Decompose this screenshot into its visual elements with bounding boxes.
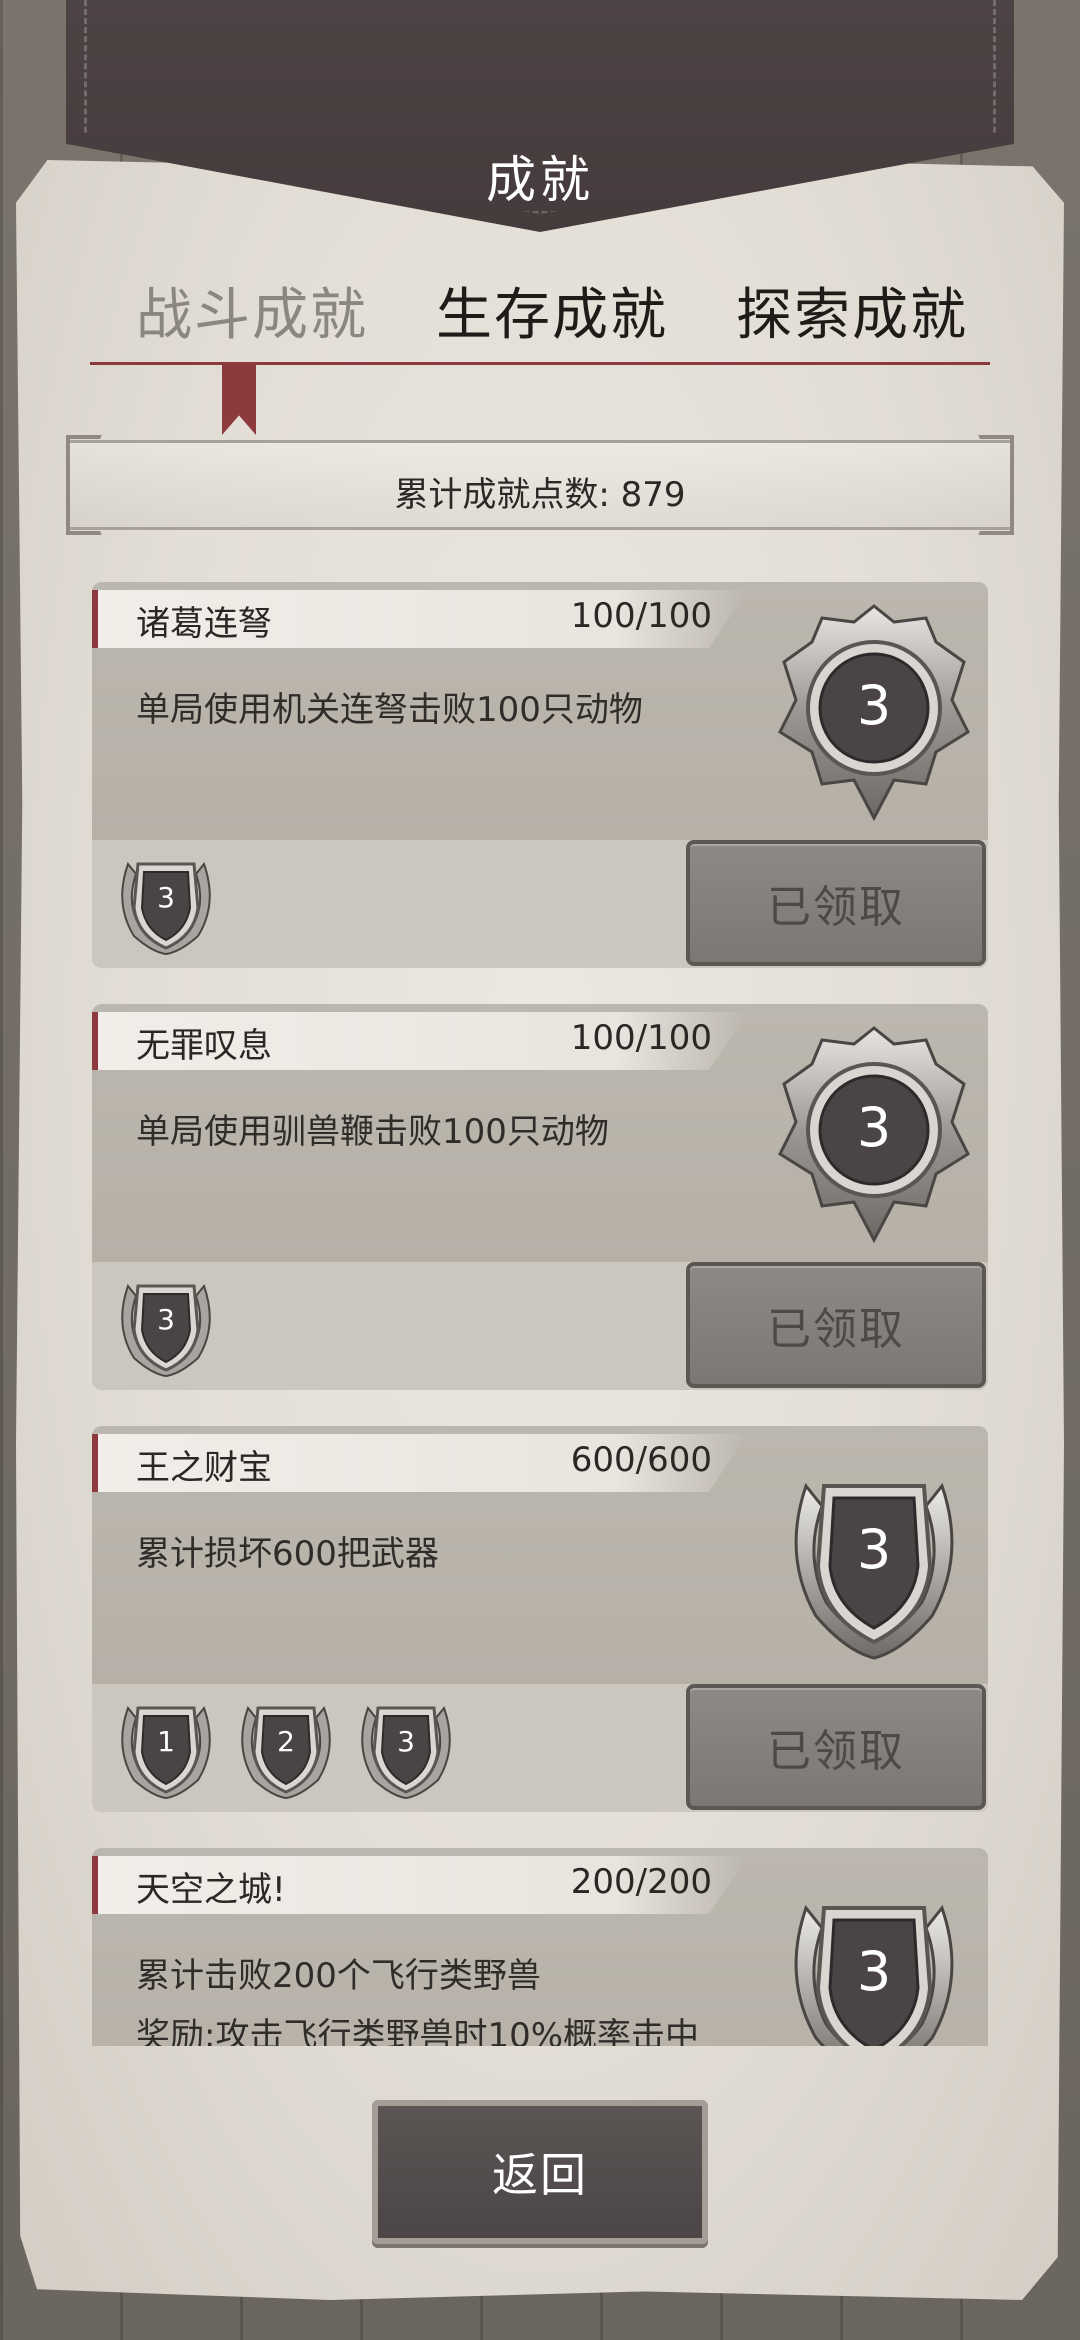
medal-icon: 3: [776, 1868, 972, 2046]
description-line: 单局使用驯兽鞭击败100只动物: [136, 1112, 609, 1152]
achievement-description: 累计损坏600把武器: [136, 1524, 736, 1584]
achievement-card: 诸葛连弩 100/100 单局使用机关连弩击败100只动物 3 3 已领取: [92, 582, 988, 968]
achievement-points: 累计成就点数: 879: [394, 475, 686, 515]
claimed-button[interactable]: 已领取: [686, 1684, 986, 1810]
medal-icon: 3: [776, 1446, 972, 1666]
tab-combat[interactable]: 战斗成就: [136, 270, 368, 351]
badge-level: 3: [397, 1724, 415, 1758]
description-line: 累计损坏600把武器: [136, 1534, 439, 1574]
badge-icon: 1: [114, 1688, 218, 1800]
achievement-description: 单局使用机关连弩击败100只动物: [136, 680, 736, 740]
tab-underline: [90, 362, 990, 365]
achievement-description: 累计击败200个飞行类野兽奖励:攻击飞行类野兽时10%概率击中: [136, 1946, 736, 2046]
achievement-list[interactable]: 诸葛连弩 100/100 单局使用机关连弩击败100只动物 3 3 已领取 无罪叹息 100/…: [92, 582, 988, 2046]
achievement-progress: 600/600: [570, 1440, 712, 1480]
description-line: 累计击败200个飞行类野兽: [136, 1956, 541, 1996]
achievement-name: 诸葛连弩: [136, 604, 272, 644]
description-line: 单局使用机关连弩击败100只动物: [136, 690, 643, 730]
claimed-button[interactable]: 已领取: [686, 1262, 986, 1388]
tab-survival[interactable]: 生存成就: [436, 270, 668, 351]
achievement-progress: 100/100: [570, 1018, 712, 1058]
badge-level: 3: [157, 880, 175, 914]
medal-icon: 3: [776, 1024, 972, 1244]
achievement-card: 无罪叹息 100/100 单局使用驯兽鞭击败100只动物 3 3 已领取: [92, 1004, 988, 1390]
badge-level: 2: [277, 1724, 295, 1758]
achievement-card: 王之财宝 600/600 累计损坏600把武器 3 1 2 3 已领取: [92, 1426, 988, 1812]
badge-icon: 3: [114, 1266, 218, 1378]
points-bar: 累计成就点数: 879: [66, 435, 1014, 535]
tab-bar: 战斗成就 生存成就 探索成就: [90, 270, 990, 360]
claimed-button[interactable]: 已领取: [686, 840, 986, 966]
medal-level: 3: [856, 1939, 892, 2003]
badge-level: 1: [157, 1724, 175, 1758]
achievement-name: 天空之城!: [136, 1870, 286, 1910]
page-title: 成就: [486, 151, 594, 209]
badge-icon: 2: [234, 1688, 338, 1800]
medal-level: 3: [856, 1517, 892, 1581]
achievement-name: 王之财宝: [136, 1448, 272, 1488]
medal-icon: 3: [776, 602, 972, 822]
badge-level: 3: [157, 1302, 175, 1336]
achievement-progress: 100/100: [570, 596, 712, 636]
badge-icon: 3: [114, 844, 218, 956]
achievement-description: 单局使用驯兽鞭击败100只动物: [136, 1102, 736, 1162]
description-line: 奖励:攻击飞行类野兽时10%概率击中: [136, 2016, 700, 2046]
back-button[interactable]: 返回: [372, 2100, 708, 2244]
badge-icon: 3: [354, 1688, 458, 1800]
tab-exploration[interactable]: 探索成就: [736, 270, 968, 351]
achievement-progress: 200/200: [570, 1862, 712, 1902]
achievement-name: 无罪叹息: [136, 1026, 272, 1066]
achievement-card: 天空之城! 200/200 累计击败200个飞行类野兽奖励:攻击飞行类野兽时10%概…: [92, 1848, 988, 2046]
medal-level: 3: [856, 673, 892, 737]
medal-level: 3: [856, 1095, 892, 1159]
